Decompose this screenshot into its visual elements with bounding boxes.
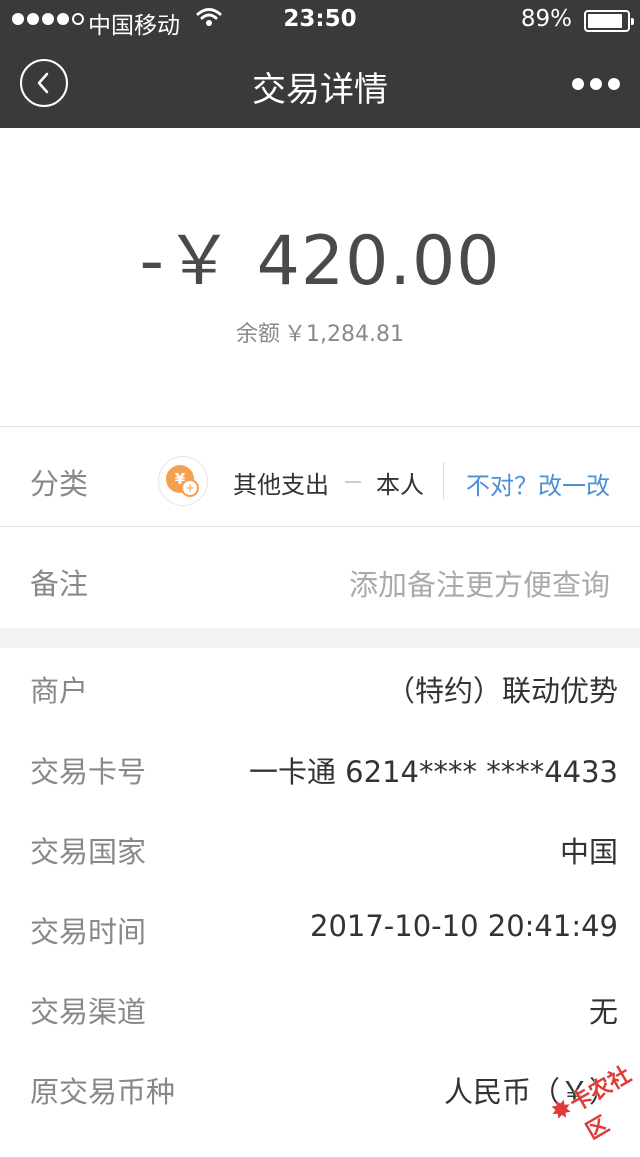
change-category-link[interactable]: 不对？改一改 xyxy=(466,466,610,501)
battery-icon xyxy=(584,10,634,32)
detail-row-value: 中国 xyxy=(559,835,618,869)
detail-row-value: 2017-10-10 20:41:49 xyxy=(310,909,618,943)
balance-value: ￥1,284.81 xyxy=(284,322,404,347)
more-button[interactable] xyxy=(572,78,620,90)
transaction-amount: -￥ 420.00 xyxy=(139,222,501,301)
detail-row-label: 交易时间 xyxy=(30,915,147,949)
detail-row-label: 交易渠道 xyxy=(30,995,147,1029)
category-name: 其他支出 xyxy=(233,471,329,499)
section-gap xyxy=(0,628,640,648)
vertical-divider xyxy=(443,462,444,500)
detail-row-label: 商户 xyxy=(30,674,89,708)
top-bar: 中国移动 23:50 89% 交易详情 xyxy=(0,0,640,128)
balance-label: 余额 xyxy=(236,322,281,347)
category-person: 本人 xyxy=(376,471,424,499)
battery-percent: 89% xyxy=(520,6,572,32)
divider xyxy=(0,526,640,527)
watermark: ✸ 卡农社区 xyxy=(531,1031,640,1144)
note-input[interactable]: 添加备注更方便查询 xyxy=(349,562,610,604)
detail-row-label: 交易卡号 xyxy=(30,755,147,789)
yen-coin-icon: ¥ + xyxy=(158,456,208,506)
category-label: 分类 xyxy=(30,467,89,501)
detail-row-value: 无 xyxy=(588,995,618,1029)
page-title: 交易详情 xyxy=(252,70,388,110)
dash-separator xyxy=(345,481,361,483)
note-label: 备注 xyxy=(30,567,89,601)
detail-row-label: 原交易币种 xyxy=(30,1075,176,1109)
divider xyxy=(0,426,640,427)
ellipsis-icon xyxy=(572,78,584,90)
status-bar: 中国移动 23:50 89% xyxy=(0,0,640,40)
detail-row-value: （特约）联动优势 xyxy=(385,674,618,708)
balance: 余额 ￥1,284.81 xyxy=(0,316,640,348)
detail-row-label: 交易国家 xyxy=(30,835,147,869)
detail-row-value: 一卡通 6214**** ****4433 xyxy=(248,755,618,789)
watermark-text: 卡农社区 xyxy=(565,1062,636,1145)
